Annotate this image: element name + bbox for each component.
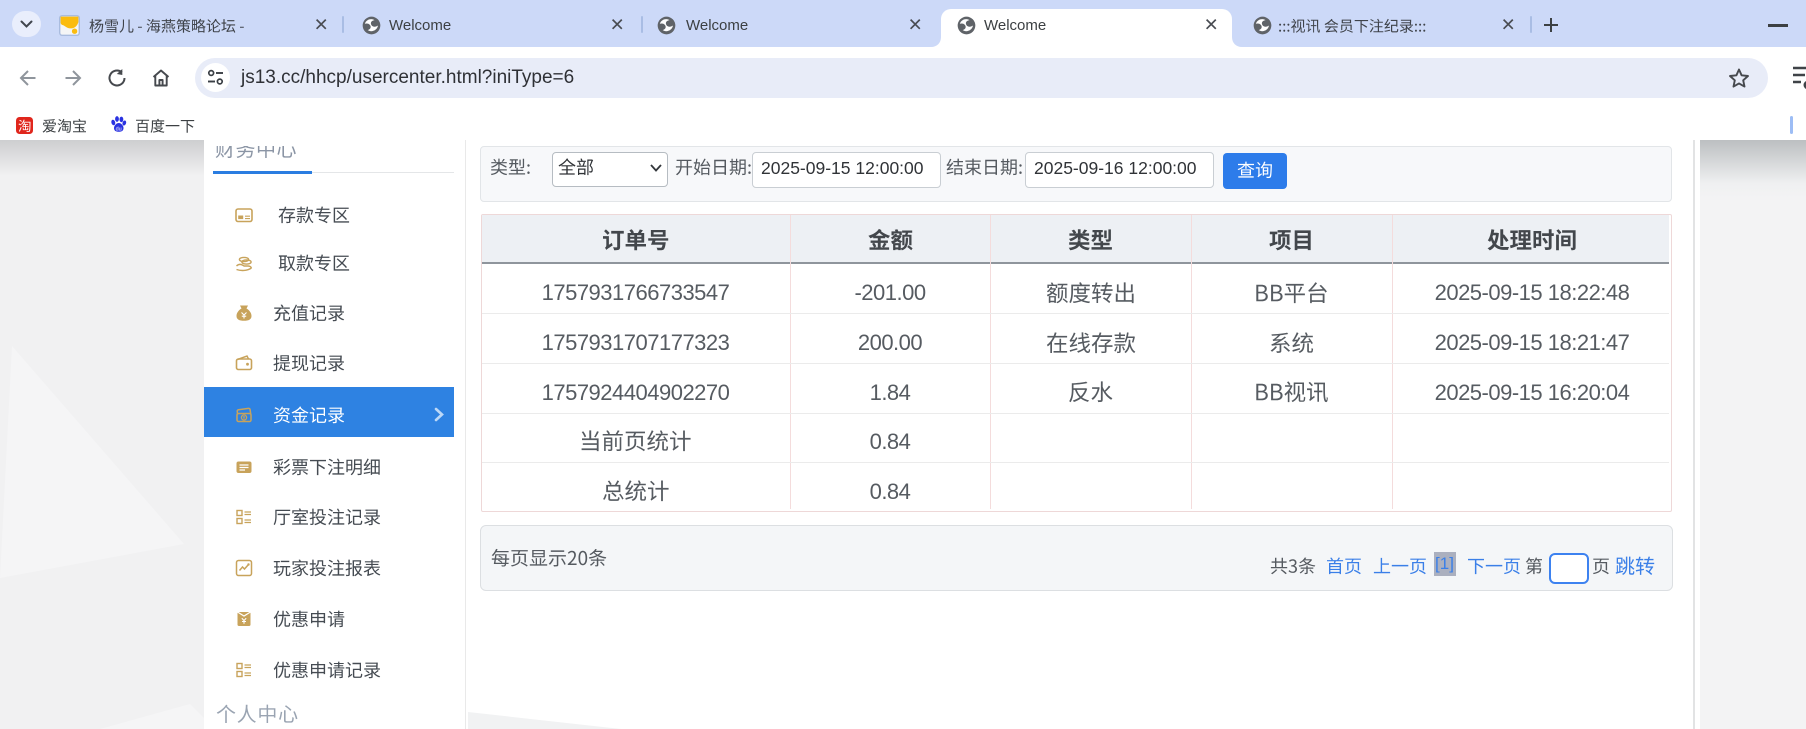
svg-text:du: du (116, 126, 122, 132)
